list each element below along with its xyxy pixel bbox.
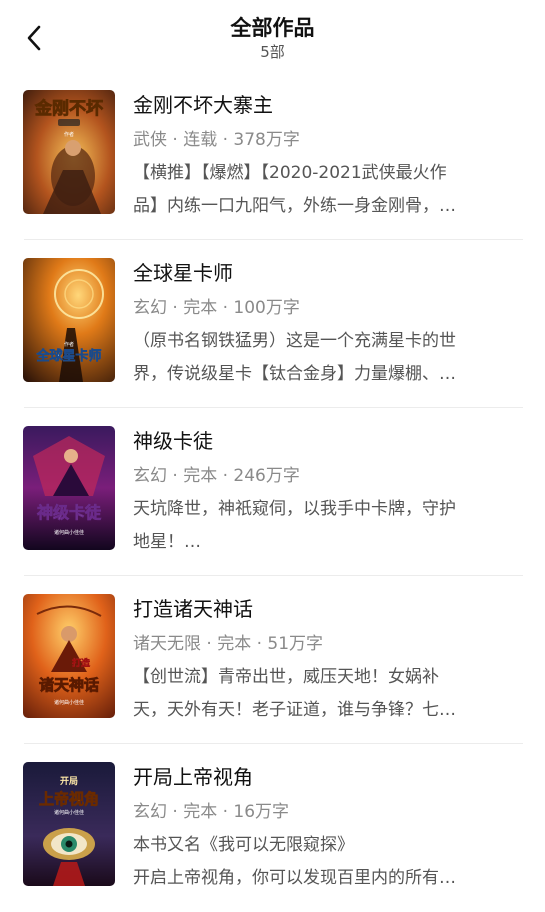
- book-item[interactable]: 金刚不坏 作者 金刚不坏大寨主 武侠 · 连载 · 378万字 【横推】【爆燃】…: [0, 72, 545, 240]
- svg-text:作者: 作者: [64, 341, 74, 348]
- svg-text:诸天神话: 诸天神话: [39, 676, 99, 694]
- book-title: 神级卡徒: [133, 429, 213, 453]
- book-cover: 神级卡徒 诸何曲小佳佳: [23, 426, 115, 550]
- book-title: 金刚不坏大寨主: [133, 93, 273, 117]
- book-title: 全球星卡师: [133, 261, 233, 285]
- svg-text:作者: 作者: [64, 131, 74, 138]
- book-desc-line-2: 天，天外有天！老子证道，谁与争锋？七…: [133, 700, 456, 720]
- svg-text:全球星卡师: 全球星卡师: [35, 348, 101, 364]
- book-meta: 玄幻 · 完本 · 100万字: [133, 298, 300, 318]
- book-list: 金刚不坏 作者 金刚不坏大寨主 武侠 · 连载 · 378万字 【横推】【爆燃】…: [0, 72, 545, 912]
- book-desc-line-2: 品】内练一口九阳气，外练一身金刚骨，…: [133, 196, 456, 216]
- works-count: 5部: [260, 43, 285, 61]
- svg-text:诸何曲小佳佳: 诸何曲小佳佳: [54, 809, 84, 816]
- book-meta: 玄幻 · 完本 · 246万字: [133, 466, 300, 486]
- book-desc-line-1: （原书名钢铁猛男）这是一个充满星卡的世: [133, 331, 456, 351]
- book-title: 开局上帝视角: [133, 765, 253, 789]
- svg-text:上帝视角: 上帝视角: [39, 790, 99, 808]
- book-cover: 金刚不坏 作者: [23, 90, 115, 214]
- book-item[interactable]: 开局 上帝视角 诸何曲小佳佳 开局上帝视角 玄幻 · 完本 · 16万字 本书又…: [0, 744, 545, 912]
- book-cover: 打造 诸天神话 诸何曲小佳佳: [23, 594, 115, 718]
- book-desc-line-2: 开启上帝视角，你可以发现百里内的所有…: [133, 868, 456, 888]
- book-item[interactable]: 打造 诸天神话 诸何曲小佳佳 打造诸天神话 诸天无限 · 完本 · 51万字 【…: [0, 576, 545, 744]
- page-title: 全部作品: [230, 16, 315, 40]
- book-cover: 作者 全球星卡师: [23, 258, 115, 382]
- book-desc-line-1: 【横推】【爆燃】【2020-2021武侠最火作: [133, 163, 447, 183]
- book-desc-line-1: 本书又名《我可以无限窥探》: [133, 835, 354, 855]
- svg-text:神级卡徒: 神级卡徒: [37, 503, 102, 522]
- book-item[interactable]: 神级卡徒 诸何曲小佳佳 神级卡徒 玄幻 · 完本 · 246万字 天坑降世，神祇…: [0, 408, 545, 576]
- svg-text:打造: 打造: [72, 657, 91, 669]
- svg-text:诸何曲小佳佳: 诸何曲小佳佳: [54, 699, 84, 706]
- book-title: 打造诸天神话: [133, 597, 253, 621]
- book-desc-line-2: 地星！…: [133, 532, 201, 552]
- book-desc-line-1: 【创世流】青帝出世，威压天地！女娲补: [133, 667, 439, 687]
- book-desc-line-1: 天坑降世，神祇窥伺，以我手中卡牌，守护: [133, 499, 456, 519]
- svg-text:金刚不坏: 金刚不坏: [34, 98, 103, 119]
- book-item[interactable]: 作者 全球星卡师 全球星卡师 玄幻 · 完本 · 100万字 （原书名钢铁猛男）…: [0, 240, 545, 408]
- svg-text:诸何曲小佳佳: 诸何曲小佳佳: [54, 529, 84, 536]
- svg-text:开局: 开局: [60, 776, 78, 787]
- header: 全部作品 5部: [0, 0, 545, 72]
- book-meta: 武侠 · 连载 · 378万字: [133, 130, 300, 150]
- book-meta: 诸天无限 · 完本 · 51万字: [133, 634, 324, 654]
- book-meta: 玄幻 · 完本 · 16万字: [133, 802, 290, 822]
- book-cover: 开局 上帝视角 诸何曲小佳佳: [23, 762, 115, 886]
- book-desc-line-2: 界，传说级星卡【钛合金身】力量爆棚、…: [133, 364, 456, 384]
